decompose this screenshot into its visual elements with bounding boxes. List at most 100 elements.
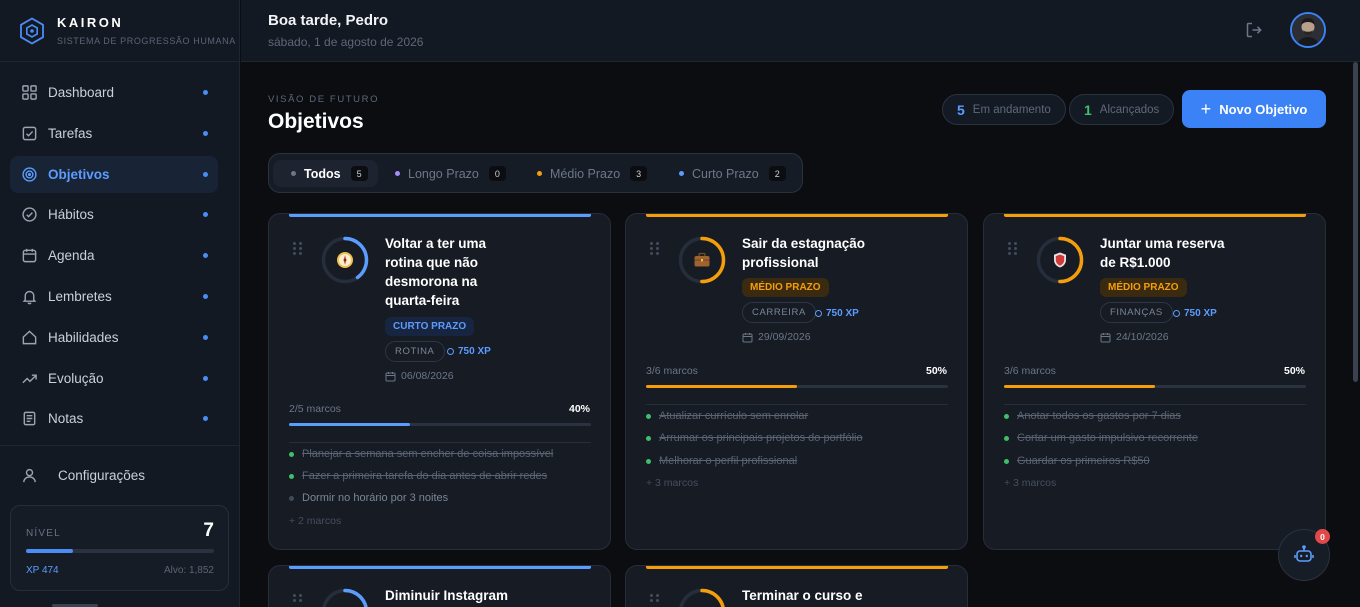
milestone-text: Planejar a semana sem encher de coisa im… — [302, 448, 554, 460]
xp-value: 750 XP — [458, 346, 491, 357]
avatar[interactable] — [1290, 12, 1326, 48]
settings-link[interactable]: Configurações — [20, 466, 145, 484]
progress-bar — [646, 385, 948, 388]
due-date: 29/09/2026 — [742, 331, 811, 343]
card-title: Voltar a ter uma rotina que não desmoron… — [385, 236, 487, 308]
milestone-dot — [289, 495, 294, 501]
new-objective-button[interactable]: + Novo Objetivo — [1182, 90, 1326, 128]
milestone-text: Arrumar os principais projetos do portfó… — [659, 432, 863, 444]
more-milestones[interactable]: + 3 marcos — [646, 477, 698, 489]
sidebar: KAIRON SISTEMA DE PROGRESSÃO HUMANA Dash… — [0, 0, 240, 607]
bell-icon — [20, 287, 38, 305]
card-accent-bar — [646, 214, 948, 217]
calendar-icon — [742, 332, 753, 342]
filter-count: 0 — [488, 166, 506, 181]
sidebar-item-label: Lembretes — [48, 288, 112, 304]
milestone-item[interactable]: Guardar os primeiros R$50 — [1004, 455, 1150, 467]
term-badge: MÉDIO PRAZO — [1100, 278, 1187, 297]
nav-dot — [203, 293, 208, 299]
milestone-dot — [289, 473, 294, 479]
category-tag: FINANÇAS — [1100, 302, 1173, 323]
objective-card[interactable]: Terminar o curso e — [625, 565, 968, 607]
filter-dot — [537, 171, 542, 176]
nav-dot — [203, 253, 208, 259]
progress-percent: 40% — [568, 403, 590, 415]
sidebar-item-label: Objetivos — [48, 166, 110, 182]
nav-dot — [203, 334, 208, 340]
level-card: NÍVEL 7 XP 474 Alvo: 1,852 — [10, 505, 229, 591]
notification-badge: 0 — [1315, 529, 1330, 544]
xp-icon — [1173, 310, 1180, 317]
level-progress-fill — [26, 549, 73, 553]
drag-handle-icon[interactable] — [293, 242, 303, 256]
milestone-item[interactable]: Anotar todos os gastos por 7 dias — [1004, 410, 1181, 422]
objective-card[interactable]: Juntar uma reserva de R$1.000 MÉDIO PRAZ… — [983, 213, 1326, 550]
milestone-item[interactable]: Atualizar currículo sem enrolar — [646, 410, 808, 422]
milestone-item[interactable]: Fazer a primeira tarefa do dia antes de … — [289, 470, 547, 482]
card-accent-bar — [1004, 214, 1306, 217]
category-tag: ROTINA — [385, 341, 445, 362]
main-scrollbar[interactable] — [1352, 62, 1360, 382]
card-title: Terminar o curso e — [742, 588, 863, 603]
target-icon — [20, 165, 38, 183]
objective-card[interactable]: Voltar a ter uma rotina que não desmoron… — [268, 213, 611, 550]
milestone-item[interactable]: Cortar um gasto impulsivo recorrente — [1004, 432, 1198, 444]
milestone-text: Melhorar o perfil profissional — [659, 455, 798, 467]
due-date-value: 29/09/2026 — [758, 331, 811, 343]
sidebar-item-lembretes[interactable]: Lembretes — [10, 278, 218, 315]
card-divider — [646, 404, 948, 405]
filter-count: 5 — [350, 166, 368, 181]
milestone-dot — [289, 451, 294, 457]
filter-medio-prazo[interactable]: Médio Prazo 3 — [519, 160, 657, 187]
nav-dot — [203, 416, 208, 422]
filter-todos[interactable]: Todos 5 — [273, 160, 378, 187]
xp-value: 750 XP — [1184, 308, 1217, 319]
sidebar-item-objetivos[interactable]: Objetivos — [10, 155, 218, 193]
sidebar-item-dashboard[interactable]: Dashboard — [10, 74, 218, 111]
xp-reward: 750 XP — [447, 346, 491, 357]
filter-longo-prazo[interactable]: Longo Prazo 0 — [377, 160, 516, 187]
sidebar-item-label: Habilidades — [48, 329, 119, 345]
sidebar-item-habilidades[interactable]: Habilidades — [10, 319, 218, 356]
milestone-item[interactable]: Dormir no horário por 3 noites — [289, 492, 448, 504]
objective-card[interactable]: Sair da estagnação profissional MÉDIO PR… — [625, 213, 968, 550]
drag-handle-icon[interactable] — [650, 594, 660, 607]
compass-icon — [333, 248, 357, 272]
more-milestones[interactable]: + 2 marcos — [289, 515, 341, 527]
nav-dot — [203, 171, 208, 177]
sidebar-item-label: Dashboard — [48, 85, 115, 100]
sidebar-item-label: Evolução — [48, 370, 104, 386]
more-milestones[interactable]: + 3 marcos — [1004, 477, 1056, 489]
sidebar-item-tarefas[interactable]: Tarefas — [10, 115, 218, 152]
nav-dot — [203, 90, 208, 95]
drag-handle-icon[interactable] — [1008, 242, 1018, 256]
milestone-text: Guardar os primeiros R$50 — [1017, 455, 1150, 467]
settings-label: Configurações — [58, 467, 146, 483]
page-eyebrow: VISÃO DE FUTURO — [268, 94, 380, 105]
milestone-dot — [646, 435, 651, 441]
category-tag: CARREIRA — [742, 302, 816, 323]
milestone-item[interactable]: Planejar a semana sem encher de coisa im… — [289, 448, 553, 460]
home-icon — [20, 328, 38, 346]
milestone-item[interactable]: Arrumar os principais projetos do portfó… — [646, 432, 863, 444]
new-objective-label: Novo Objetivo — [1219, 101, 1308, 117]
brand-name: KAIRON — [57, 15, 124, 30]
objective-card[interactable]: Diminuir Instagram — [268, 565, 611, 607]
progress-percent: 50% — [925, 365, 947, 377]
drag-handle-icon[interactable] — [650, 242, 660, 256]
nav-dot — [203, 212, 208, 218]
progress-bar — [1004, 385, 1306, 388]
sidebar-item-habitos[interactable]: Hábitos — [10, 196, 218, 233]
progress-ring — [321, 588, 369, 607]
milestone-item[interactable]: Melhorar o perfil profissional — [646, 455, 797, 467]
milestones-count: 3/6 marcos — [1004, 365, 1056, 377]
sidebar-item-label: Notas — [48, 411, 84, 427]
milestone-text: Atualizar currículo sem enrolar — [659, 410, 809, 422]
filter-curto-prazo[interactable]: Curto Prazo 2 — [661, 160, 796, 187]
drag-handle-icon[interactable] — [293, 594, 303, 607]
sidebar-item-agenda[interactable]: Agenda — [10, 237, 218, 274]
robot-icon — [1294, 545, 1314, 562]
sidebar-item-notas[interactable]: Notas — [10, 400, 218, 437]
logout-icon[interactable] — [1244, 20, 1264, 40]
sidebar-item-evolucao[interactable]: Evolução — [10, 360, 218, 397]
